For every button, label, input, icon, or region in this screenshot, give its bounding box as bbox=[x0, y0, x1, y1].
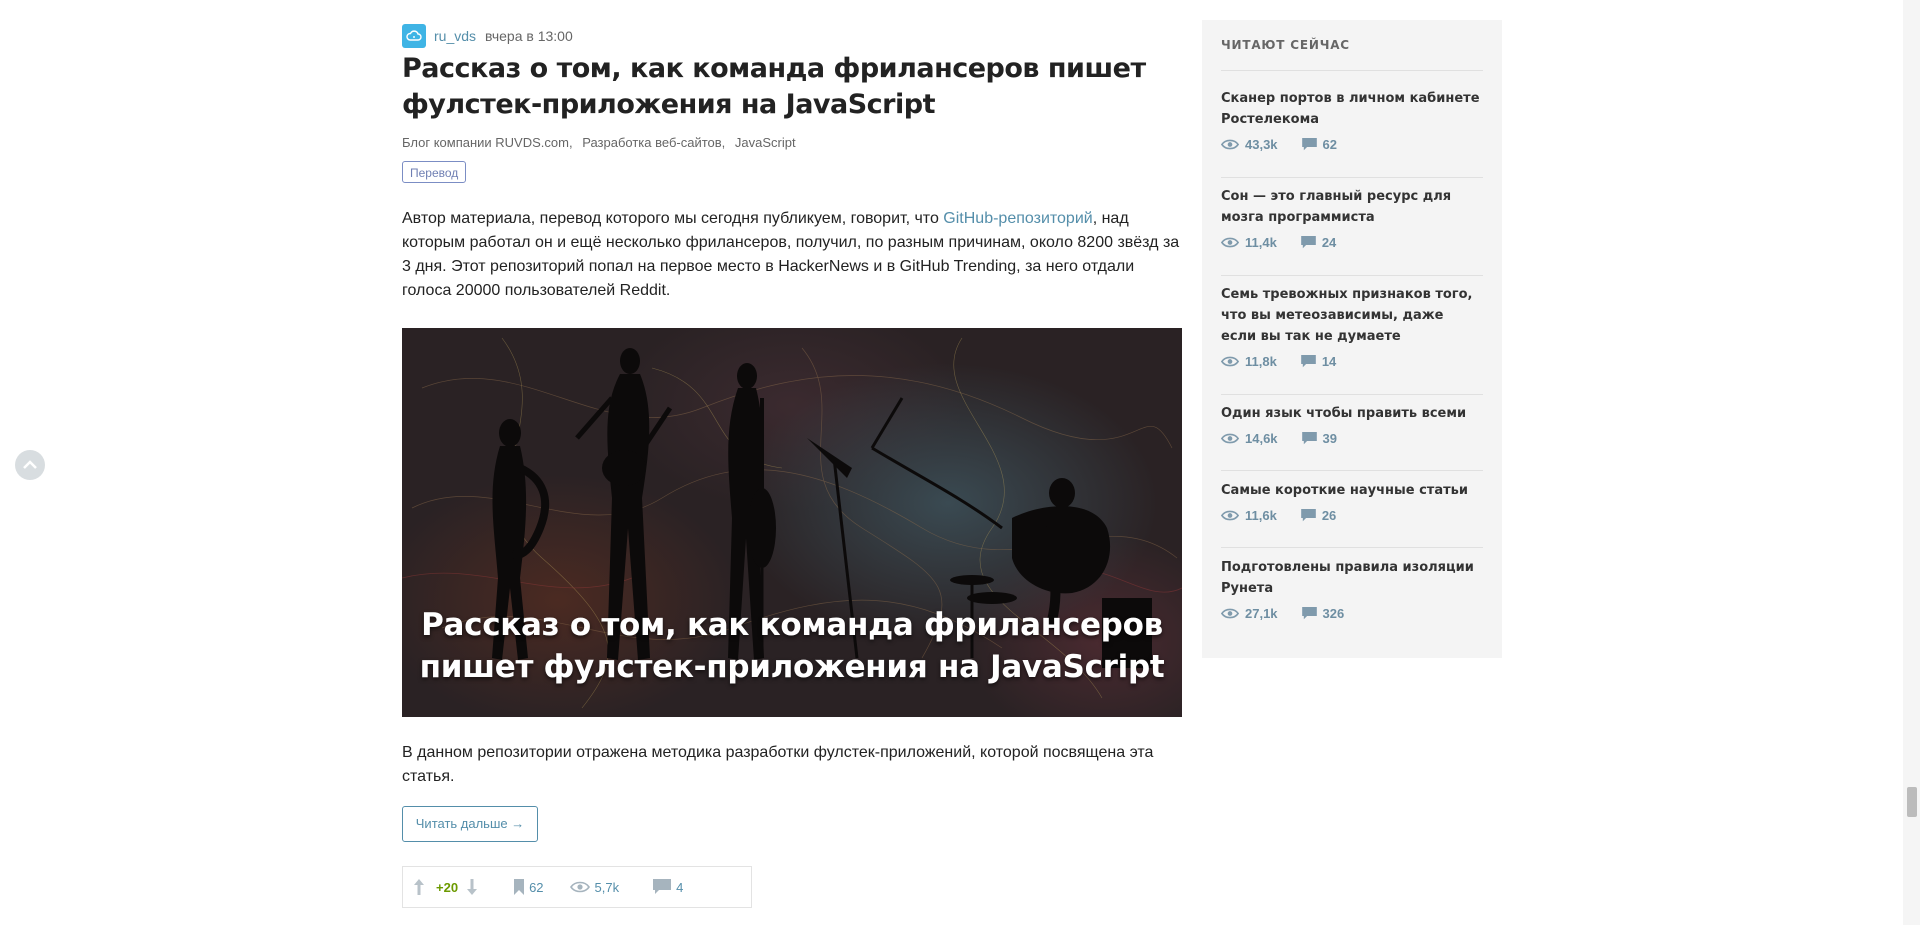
sidebar-post-stats: 11,6k 26 bbox=[1221, 508, 1483, 523]
arrow-down-icon bbox=[467, 879, 478, 895]
comments-count: 24 bbox=[1321, 235, 1337, 250]
bookmark-icon bbox=[514, 879, 525, 895]
cloud-icon bbox=[406, 30, 422, 41]
sidebar-post: Подготовлены правила изоляции Рунета 27,… bbox=[1221, 557, 1483, 621]
scroll-to-top-button[interactable] bbox=[15, 450, 45, 480]
eye-icon bbox=[1221, 433, 1239, 444]
eye-icon bbox=[1221, 356, 1239, 367]
post-cover-image[interactable]: Рассказ о том, как команда фрилансеров п… bbox=[402, 328, 1182, 717]
comments-count: 14 bbox=[1321, 354, 1337, 369]
views-count: 27,1k bbox=[1245, 606, 1278, 621]
divider bbox=[1221, 394, 1483, 395]
comment-icon bbox=[1301, 432, 1317, 445]
views-count: 14,6k bbox=[1245, 431, 1278, 446]
read-more-button[interactable]: Читать дальше → bbox=[402, 806, 538, 842]
views-count: 5,7k bbox=[594, 879, 620, 895]
sidebar-post: Сон — это главный ресурс для мозга прогр… bbox=[1221, 186, 1483, 250]
scrollbar-thumb[interactable] bbox=[1907, 787, 1917, 817]
sidebar-post-stats: 11,8k 14 bbox=[1221, 354, 1483, 369]
eye-icon bbox=[1221, 139, 1239, 150]
trending-sidebar: ЧИТАЮТ СЕЙЧАС Сканер портов в личном каб… bbox=[1202, 20, 1502, 658]
intro-text: Автор материала, перевод которого мы сег… bbox=[402, 210, 944, 227]
eye-icon bbox=[569, 881, 590, 893]
comments-count: 39 bbox=[1322, 431, 1338, 446]
sidebar-post-title[interactable]: Сон — это главный ресурс для мозга прогр… bbox=[1221, 189, 1451, 225]
comment-icon bbox=[1301, 355, 1316, 368]
chevron-up-icon bbox=[23, 460, 37, 469]
sidebar-post-title[interactable]: Один язык чтобы править всеми bbox=[1221, 406, 1466, 421]
divider bbox=[1221, 70, 1483, 71]
sidebar-post: Самые короткие научные статьи 11,6k 26 bbox=[1221, 480, 1483, 523]
sidebar-post-stats: 27,1k 326 bbox=[1221, 606, 1483, 621]
author-link[interactable]: ru_vds bbox=[434, 28, 476, 44]
divider bbox=[1221, 470, 1483, 471]
hub-link[interactable]: JavaScript bbox=[735, 135, 796, 150]
eye-icon bbox=[1221, 510, 1239, 521]
post-rating: +20 bbox=[436, 879, 459, 895]
eye-icon bbox=[1221, 237, 1239, 248]
sidebar-post-title[interactable]: Семь тревожных признаков того, что вы ме… bbox=[1221, 287, 1472, 344]
comment-icon bbox=[653, 879, 672, 894]
divider bbox=[1221, 177, 1483, 178]
hub-link[interactable]: Разработка веб-сайтов, bbox=[582, 135, 725, 150]
sidebar-post: Сканер портов в личном кабинете Ростелек… bbox=[1221, 88, 1483, 152]
sidebar-post: Один язык чтобы править всеми 14,6k 39 bbox=[1221, 403, 1483, 446]
post-time: вчера в 13:00 bbox=[485, 28, 573, 44]
post-intro: Автор материала, перевод которого мы сег… bbox=[402, 207, 1182, 303]
cover-caption: Рассказ о том, как команда фрилансеров п… bbox=[419, 607, 1165, 685]
bookmarks-count: 62 bbox=[529, 879, 544, 895]
views-count: 11,4k bbox=[1245, 235, 1277, 250]
comments-count: 4 bbox=[676, 879, 684, 895]
comment-icon bbox=[1301, 138, 1317, 151]
post-stats-bar: +20 62 5,7k 4 bbox=[402, 866, 752, 908]
sidebar-post: Семь тревожных признаков того, что вы ме… bbox=[1221, 284, 1483, 369]
author-avatar[interactable] bbox=[402, 24, 426, 48]
sidebar-post-title[interactable]: Самые короткие научные статьи bbox=[1221, 483, 1468, 498]
arrow-up-icon bbox=[414, 879, 424, 895]
views-count: 11,6k bbox=[1245, 508, 1277, 523]
vote-down-button[interactable] bbox=[466, 878, 478, 896]
eye-icon bbox=[1221, 608, 1239, 619]
comment-icon bbox=[1301, 236, 1316, 249]
sidebar-title: ЧИТАЮТ СЕЙЧАС bbox=[1221, 38, 1350, 52]
hub-list: Блог компании RUVDS.com, Разработка веб-… bbox=[402, 135, 796, 150]
post-title[interactable]: Рассказ о том, как команда фрилансеров п… bbox=[402, 51, 1182, 123]
sidebar-post-title[interactable]: Подготовлены правила изоляции Рунета bbox=[1221, 560, 1474, 596]
views-count: 11,8k bbox=[1245, 354, 1277, 369]
comments-count: 62 bbox=[1322, 137, 1338, 152]
comment-icon bbox=[1301, 509, 1316, 522]
github-repo-link[interactable]: GitHub-репозиторий bbox=[943, 210, 1092, 227]
sidebar-post-stats: 11,4k 24 bbox=[1221, 235, 1483, 250]
translation-badge[interactable]: Перевод bbox=[402, 161, 467, 183]
views-count: 43,3k bbox=[1245, 137, 1278, 152]
sidebar-post-stats: 43,3k 62 bbox=[1221, 137, 1483, 152]
bookmark-button[interactable]: 62 bbox=[514, 879, 544, 895]
sidebar-post-stats: 14,6k 39 bbox=[1221, 431, 1483, 446]
vote-up-button[interactable] bbox=[413, 878, 425, 896]
comments-count: 326 bbox=[1322, 606, 1345, 621]
hub-link[interactable]: Блог компании RUVDS.com, bbox=[402, 135, 573, 150]
post-text: В данном репозитории отражена методика р… bbox=[402, 744, 1154, 785]
comments-count: 26 bbox=[1321, 508, 1337, 523]
views-counter: 5,7k bbox=[569, 879, 620, 895]
comment-icon bbox=[1301, 607, 1317, 620]
divider bbox=[1221, 275, 1483, 276]
post-meta: ru_vds вчера в 13:00 bbox=[402, 24, 573, 48]
sidebar-post-title[interactable]: Сканер портов в личном кабинете Ростелек… bbox=[1221, 91, 1480, 127]
comments-link[interactable]: 4 bbox=[653, 879, 683, 895]
page-scrollbar[interactable] bbox=[1903, 0, 1920, 925]
divider bbox=[1221, 547, 1483, 548]
